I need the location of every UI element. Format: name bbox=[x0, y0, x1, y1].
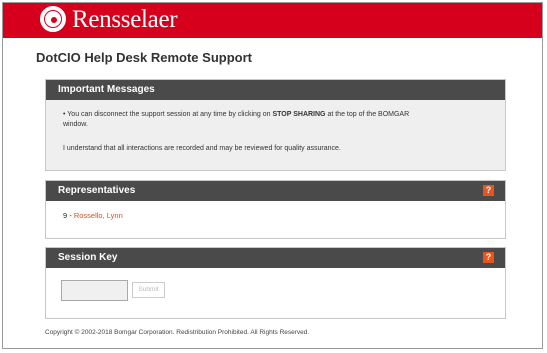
panel-body: Submit bbox=[46, 268, 505, 318]
representative-id: 9 - bbox=[63, 211, 74, 220]
notice-text-line2: window. bbox=[63, 121, 88, 128]
panel-body: 9 - Rossello, Lynn bbox=[46, 201, 505, 238]
recording-notice: I understand that all interactions are r… bbox=[63, 145, 341, 152]
notice-text-end: at the top of the BOMGAR bbox=[325, 111, 410, 118]
representative-name-link[interactable]: Rossello, Lynn bbox=[74, 211, 123, 220]
submit-button[interactable]: Submit bbox=[132, 282, 165, 298]
panel-header: Representatives ? bbox=[46, 181, 505, 201]
representative-entry[interactable]: 9 - Rossello, Lynn bbox=[63, 211, 123, 220]
stop-sharing-label: STOP SHARING bbox=[272, 111, 326, 118]
help-icon[interactable]: ? bbox=[483, 185, 494, 196]
representatives-panel: Representatives ? 9 - Rossello, Lynn bbox=[45, 180, 506, 239]
panel-header: Important Messages bbox=[46, 80, 505, 100]
page-frame: Rensselaer DotCIO Help Desk Remote Suppo… bbox=[2, 2, 543, 349]
rensselaer-seal-logo bbox=[40, 6, 66, 32]
page-title: DotCIO Help Desk Remote Support bbox=[36, 50, 252, 65]
help-icon[interactable]: ? bbox=[483, 252, 494, 263]
notice-text-start: • You can disconnect the support session… bbox=[63, 111, 273, 118]
session-key-input[interactable] bbox=[61, 280, 128, 301]
panel-header: Session Key ? bbox=[46, 248, 505, 268]
session-key-panel: Session Key ? Submit bbox=[45, 247, 506, 319]
brand-header: Rensselaer bbox=[3, 3, 542, 38]
disconnect-notice: • You can disconnect the support session… bbox=[63, 110, 409, 130]
panel-title: Session Key bbox=[58, 252, 118, 263]
panel-title: Representatives bbox=[58, 185, 136, 196]
panel-body: • You can disconnect the support session… bbox=[46, 100, 505, 170]
copyright-footer: Copyright © 2002-2018 Bomgar Corporation… bbox=[45, 329, 310, 336]
brand-name: Rensselaer bbox=[72, 6, 178, 33]
panel-title: Important Messages bbox=[58, 84, 155, 95]
important-messages-panel: Important Messages • You can disconnect … bbox=[45, 79, 506, 171]
